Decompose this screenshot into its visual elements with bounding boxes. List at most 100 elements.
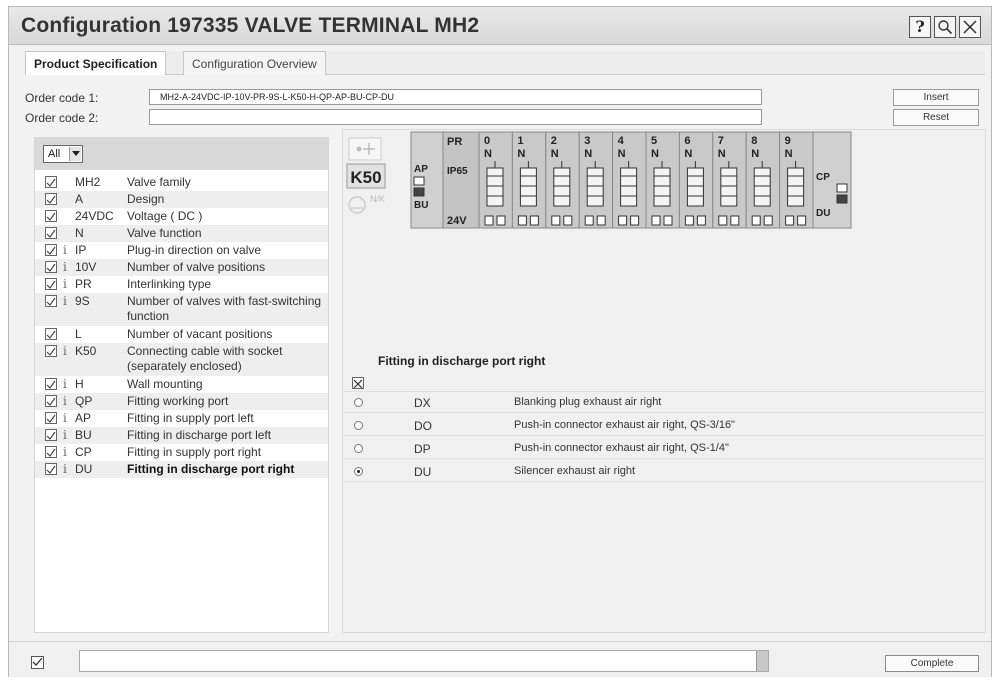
feature-checkbox[interactable] [45, 328, 57, 340]
info-icon[interactable]: i [63, 394, 67, 408]
option-row[interactable]: DX Blanking plug exhaust air right [344, 393, 984, 413]
feature-row[interactable]: A Design [35, 191, 328, 208]
option-row[interactable]: DO Push-in connector exhaust air right, Q… [344, 416, 984, 436]
feature-checkbox[interactable] [45, 193, 57, 205]
zoom-button[interactable] [934, 16, 956, 38]
feature-checkbox[interactable] [45, 446, 57, 458]
info-icon[interactable]: i [63, 243, 67, 257]
feature-row[interactable]: i 10V Number of valve positions [35, 259, 328, 276]
info-icon[interactable]: i [63, 294, 67, 308]
info-icon[interactable]: i [63, 277, 67, 291]
deselect-box[interactable] [352, 377, 364, 389]
info-icon[interactable]: i [63, 462, 67, 476]
info-icon[interactable]: i [63, 411, 67, 425]
valve-slot[interactable]: 4N [612, 131, 647, 229]
option-list-title: Fitting in discharge port right [378, 354, 546, 368]
feature-checkbox[interactable] [45, 176, 57, 188]
feature-code: IP [75, 243, 87, 257]
option-radio[interactable] [354, 467, 363, 476]
feature-row[interactable]: i H Wall mounting [35, 376, 328, 393]
feature-checkbox[interactable] [45, 395, 57, 407]
feature-row[interactable]: 24VDC Voltage ( DC ) [35, 208, 328, 225]
info-icon[interactable]: i [63, 377, 67, 391]
feature-row[interactable]: i K50 Connecting cable with socket (separa… [35, 343, 328, 376]
connector-port-icon [630, 215, 640, 226]
check-icon [46, 178, 56, 187]
position-number: 1 [517, 135, 523, 147]
reset-button[interactable]: Reset [893, 109, 979, 126]
info-icon[interactable]: i [63, 445, 67, 459]
info-icon[interactable]: i [63, 344, 67, 358]
option-row[interactable]: DP Push-in connector exhaust air right, Q… [344, 439, 984, 459]
feature-description: Fitting in discharge port left [127, 428, 272, 442]
position-number: 2 [551, 135, 557, 147]
feature-code: A [75, 192, 84, 206]
right-top-label: CP [816, 172, 830, 183]
feature-code: PR [75, 277, 92, 291]
connector-port-icon [797, 215, 807, 226]
position-number: 6 [684, 135, 690, 147]
valve-slot[interactable]: 7N [712, 131, 747, 229]
option-header-row [344, 374, 984, 392]
feature-row[interactable]: i IP Plug-in direction on valve [35, 242, 328, 259]
feature-checkbox[interactable] [45, 261, 57, 273]
zoom-icon [938, 20, 953, 35]
close-button[interactable] [959, 16, 981, 38]
feature-checkbox[interactable] [45, 210, 57, 222]
check-icon [46, 246, 56, 255]
complete-button[interactable]: Complete [885, 655, 979, 672]
feature-row[interactable]: i 9S Number of valves with fast-switching … [35, 293, 328, 326]
feature-code: QP [75, 394, 93, 408]
valve-slot[interactable]: 9N [779, 131, 814, 229]
feature-row[interactable]: i QP Fitting working port [35, 393, 328, 410]
feature-checkbox[interactable] [45, 227, 57, 239]
tab-configuration-overview[interactable]: Configuration Overview [183, 51, 326, 75]
option-row[interactable]: DU Silencer exhaust air right [344, 462, 984, 482]
valve-slot[interactable]: 8N [745, 131, 781, 229]
order-code-1-field[interactable]: MH2-A-24VDC-IP-10V-PR-9S-L-K50-H-QP-AP-B… [149, 89, 762, 105]
pr-label: PR [447, 136, 462, 148]
feature-row[interactable]: i AP Fitting in supply port left [35, 410, 328, 427]
valve-slot[interactable]: 5N [645, 131, 680, 229]
valve-symbol-icon [620, 167, 638, 207]
valve-letter: N [651, 148, 659, 160]
feature-checkbox[interactable] [45, 412, 57, 424]
valve-slot[interactable]: 2N [545, 131, 580, 229]
feature-checkbox[interactable] [45, 295, 57, 307]
option-radio[interactable] [354, 421, 363, 430]
option-radio[interactable] [354, 398, 363, 407]
feature-row[interactable]: i PR Interlinking type [35, 276, 328, 293]
help-button[interactable]: ? [909, 16, 931, 38]
valve-slot[interactable]: 0N [478, 131, 513, 229]
feature-checkbox[interactable] [45, 429, 57, 441]
info-icon[interactable]: i [63, 260, 67, 274]
valve-slot[interactable]: 3N [578, 131, 614, 229]
feature-row[interactable]: i BU Fitting in discharge port left [35, 427, 328, 444]
option-radio[interactable] [354, 444, 363, 453]
valve-symbol-icon [653, 167, 671, 207]
feature-row[interactable]: L Number of vacant positions [35, 326, 328, 343]
configurator-window: Configuration 197335 VALVE TERMINAL MH2 … [8, 6, 992, 677]
feature-checkbox[interactable] [45, 345, 57, 357]
order-code-2-field[interactable] [149, 109, 762, 125]
option-code: DP [414, 442, 431, 456]
feature-checkbox[interactable] [45, 378, 57, 390]
feature-description: Fitting in discharge port right [127, 462, 295, 476]
feature-checkbox[interactable] [45, 463, 57, 475]
filter-select[interactable]: All [43, 145, 83, 163]
feature-code: CP [75, 445, 92, 459]
feature-row[interactable]: i DU Fitting in discharge port right [35, 461, 328, 478]
feature-row[interactable]: i CP Fitting in supply port right [35, 444, 328, 461]
feature-checkbox[interactable] [45, 244, 57, 256]
valve-slot[interactable]: 6N [678, 131, 714, 229]
valve-slot[interactable]: 1N [511, 131, 547, 229]
feature-checkbox[interactable] [45, 278, 57, 290]
feature-row[interactable]: N Valve function [35, 225, 328, 242]
tab-product-specification[interactable]: Product Specification [25, 51, 167, 75]
insert-button[interactable]: Insert [893, 89, 979, 106]
accept-checkbox[interactable] [31, 656, 44, 669]
position-number: 7 [718, 135, 724, 147]
info-icon[interactable]: i [63, 428, 67, 442]
order-code-2-label: Order code 2: [25, 111, 99, 125]
feature-row[interactable]: MH2 Valve family [35, 174, 328, 191]
